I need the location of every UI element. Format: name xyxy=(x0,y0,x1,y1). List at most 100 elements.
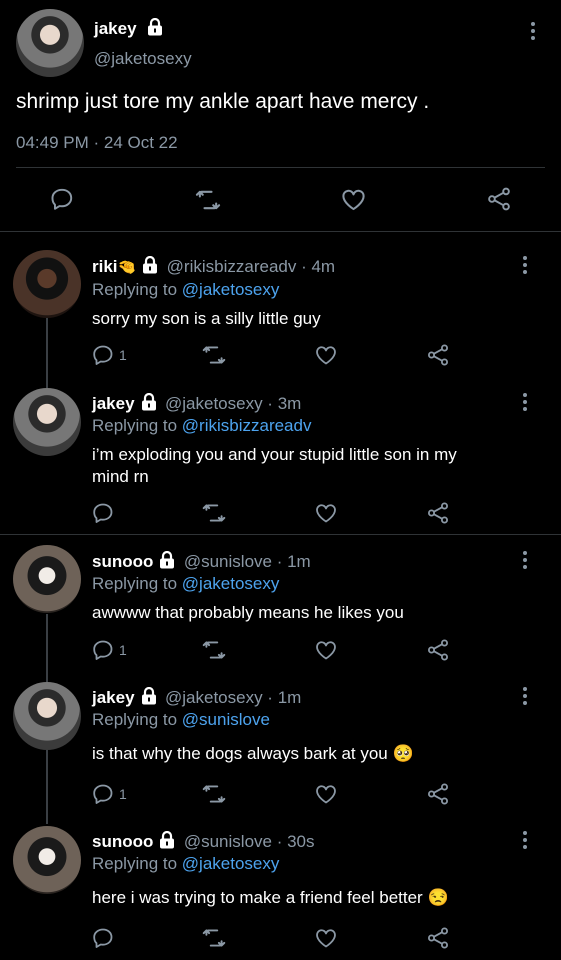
replying-to-label: Replying to xyxy=(92,710,182,729)
author-row: jakey xyxy=(94,18,163,39)
time[interactable]: 1m xyxy=(287,552,311,571)
share-icon xyxy=(426,343,450,367)
handle[interactable]: @jaketosexy xyxy=(94,49,192,69)
retweet-button[interactable] xyxy=(201,500,227,526)
avatar[interactable] xyxy=(13,826,81,894)
like-button[interactable] xyxy=(314,638,338,662)
like-button[interactable] xyxy=(314,782,338,806)
retweet-button[interactable] xyxy=(201,925,227,951)
reply-icon xyxy=(49,186,75,212)
reply-button[interactable] xyxy=(91,926,115,950)
more-icon[interactable] xyxy=(531,22,535,43)
reply-button[interactable] xyxy=(49,186,75,212)
time[interactable]: 3m xyxy=(278,394,302,413)
more-icon[interactable] xyxy=(523,551,527,572)
author-row: jakey @jaketosexy · 1m xyxy=(92,687,301,708)
replying-to-link[interactable]: @rikisbizzareadv xyxy=(182,416,312,435)
avatar[interactable] xyxy=(13,388,81,456)
like-icon xyxy=(314,638,338,662)
share-icon xyxy=(426,782,450,806)
reply-icon xyxy=(91,638,115,662)
separator: · xyxy=(262,688,278,707)
retweet-icon xyxy=(194,186,222,214)
more-icon[interactable] xyxy=(523,831,527,852)
share-icon xyxy=(426,926,450,950)
replying-to: Replying to @sunislove xyxy=(92,710,270,730)
lock-icon xyxy=(159,831,175,849)
display-name[interactable]: sunooo xyxy=(92,552,153,571)
more-icon[interactable] xyxy=(523,687,527,708)
share-icon xyxy=(426,638,450,662)
share-button[interactable] xyxy=(426,926,450,950)
tweet-text-line: mind rn xyxy=(92,467,149,486)
handle[interactable]: @rikisbizzareadv xyxy=(167,257,297,276)
replying-to-link[interactable]: @sunislove xyxy=(182,710,270,729)
display-name[interactable]: jakey xyxy=(92,688,135,707)
replying-to-link[interactable]: @jaketosexy xyxy=(182,574,280,593)
reply-count: 1 xyxy=(119,642,127,658)
reply-button[interactable] xyxy=(91,501,115,525)
like-button[interactable] xyxy=(340,186,367,213)
reply-icon xyxy=(91,343,115,367)
retweet-button[interactable] xyxy=(201,637,227,663)
share-icon xyxy=(426,501,450,525)
replying-to-label: Replying to xyxy=(92,280,182,299)
display-name[interactable]: riki xyxy=(92,257,118,276)
reply-button[interactable] xyxy=(91,782,115,806)
tweet-text-line: i’m exploding you and your stupid little… xyxy=(92,445,457,464)
display-name[interactable]: jakey xyxy=(94,19,137,38)
retweet-button[interactable] xyxy=(194,186,222,214)
share-button[interactable] xyxy=(426,782,450,806)
display-name[interactable]: jakey xyxy=(92,394,135,413)
handle[interactable]: @jaketosexy xyxy=(165,394,263,413)
replying-to: Replying to @jaketosexy xyxy=(92,280,279,300)
tweet-text: awwww that probably means he likes you xyxy=(92,603,404,622)
retweet-button[interactable] xyxy=(201,342,227,368)
reply-icon xyxy=(91,782,115,806)
lock-icon xyxy=(142,256,158,274)
avatar[interactable] xyxy=(16,9,84,77)
author-row: jakey @jaketosexy · 3m xyxy=(92,393,301,414)
like-icon xyxy=(314,782,338,806)
time[interactable]: 30s xyxy=(287,832,314,851)
retweet-button[interactable] xyxy=(201,781,227,807)
share-button[interactable] xyxy=(426,638,450,662)
time[interactable]: 4m xyxy=(311,257,335,276)
more-icon[interactable] xyxy=(523,393,527,414)
replying-to-link[interactable]: @jaketosexy xyxy=(182,854,280,873)
tweet-text: shrimp just tore my ankle apart have mer… xyxy=(16,90,430,113)
avatar[interactable] xyxy=(13,545,81,613)
display-name[interactable]: sunooo xyxy=(92,832,153,851)
author-row: sunooo @sunislove · 30s xyxy=(92,831,315,852)
like-button[interactable] xyxy=(314,501,338,525)
like-button[interactable] xyxy=(314,343,338,367)
handle[interactable]: @sunislove xyxy=(184,832,272,851)
reply-button[interactable] xyxy=(91,343,115,367)
handle[interactable]: @jaketosexy xyxy=(165,688,263,707)
like-button[interactable] xyxy=(314,926,338,950)
replying-to-label: Replying to xyxy=(92,574,182,593)
share-button[interactable] xyxy=(426,501,450,525)
share-icon xyxy=(486,186,512,212)
like-icon xyxy=(314,343,338,367)
more-icon[interactable] xyxy=(523,256,527,277)
lock-icon xyxy=(141,393,157,411)
share-button[interactable] xyxy=(486,186,512,212)
separator: · xyxy=(271,552,288,571)
time[interactable]: 1m xyxy=(278,688,302,707)
like-icon xyxy=(314,926,338,950)
tweet-text: sorry my son is a silly little guy xyxy=(92,309,321,328)
timestamp[interactable]: 04:49 PM · 24 Oct 22 xyxy=(16,133,178,153)
like-icon xyxy=(340,186,367,213)
thread-line xyxy=(46,318,48,388)
emoji-icon: 🤏 xyxy=(117,259,137,276)
avatar[interactable] xyxy=(13,250,81,318)
share-button[interactable] xyxy=(426,343,450,367)
reply-button[interactable] xyxy=(91,638,115,662)
reply-count: 1 xyxy=(119,347,127,363)
handle[interactable]: @sunislove xyxy=(184,552,272,571)
retweet-icon xyxy=(201,500,227,526)
replying-to-link[interactable]: @jaketosexy xyxy=(182,280,280,299)
avatar[interactable] xyxy=(13,682,81,750)
retweet-icon xyxy=(201,925,227,951)
